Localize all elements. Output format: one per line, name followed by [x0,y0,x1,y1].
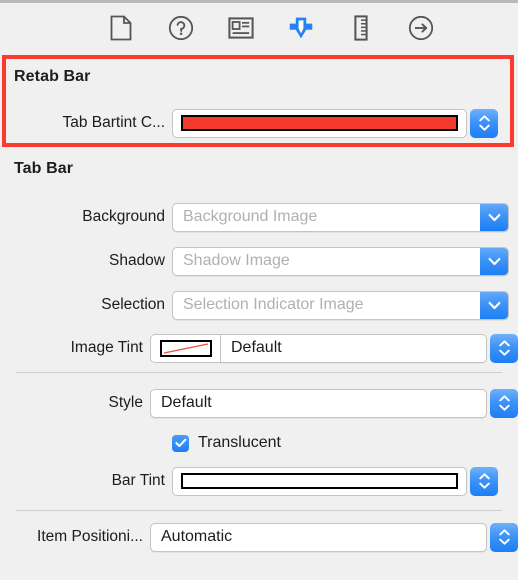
translucent-label: Translucent [198,434,281,451]
inspector-toolbar [0,0,518,52]
quick-help-inspector-icon[interactable] [168,15,194,41]
shadow-image-value: Shadow Image [183,252,290,269]
translucent-checkbox[interactable] [172,434,189,452]
chevron-down-icon[interactable] [480,291,508,319]
row-background: Background Background Image [0,202,518,232]
row-image-tint: Image Tint Default [0,333,518,363]
image-tint-control[interactable]: Default [150,333,518,363]
item-positioning-value: Automatic [161,528,233,545]
image-tint-popup[interactable]: Default [220,333,487,363]
style-popup[interactable]: Default [150,388,487,418]
image-tint-value: Default [231,339,282,356]
label-style: Style [108,394,143,411]
selection-indicator-image-control[interactable]: Selection Indicator Image [172,290,509,320]
tab-bartint-color-well[interactable] [172,108,467,138]
background-image-combo[interactable]: Background Image [172,202,509,232]
row-item-positioning: Item Positioni... Automatic [0,522,518,552]
tab-bartint-color-swatch [181,115,458,131]
label-item-positioning: Item Positioni... [37,528,143,545]
divider [16,510,502,511]
selection-indicator-image-value: Selection Indicator Image [183,296,364,313]
file-inspector-icon[interactable] [108,15,134,41]
connections-inspector-icon[interactable] [408,15,434,41]
row-shadow: Shadow Shadow Image [0,246,518,276]
selection-indicator-image-combo[interactable]: Selection Indicator Image [172,290,509,320]
row-bar-tint: Bar Tint [0,466,518,496]
attributes-inspector-icon[interactable] [288,15,314,41]
section-header-tab-bar: Tab Bar [14,160,74,177]
background-image-value: Background Image [183,208,318,225]
label-tab-bartint-color: Tab Bartint C... [62,114,165,131]
label-bar-tint: Bar Tint [111,472,165,489]
label-image-tint: Image Tint [70,339,143,356]
bar-tint-color-well[interactable] [172,466,467,496]
item-positioning-stepper[interactable] [490,522,518,552]
row-selection: Selection Selection Indicator Image [0,290,518,320]
style-control[interactable]: Default [150,388,518,418]
null-color-swatch [159,339,212,357]
chevron-down-icon[interactable] [480,247,508,275]
label-shadow: Shadow [108,252,165,269]
row-style: Style Default [0,388,518,418]
size-inspector-icon[interactable] [348,14,374,41]
shadow-image-control[interactable]: Shadow Image [172,246,509,276]
section-header-retab-bar: Retab Bar [14,68,91,85]
row-tab-bartint-color: Tab Bartint C... [0,108,518,138]
style-value: Default [161,394,212,411]
item-positioning-control[interactable]: Automatic [150,522,518,552]
background-image-control[interactable]: Background Image [172,202,509,232]
style-stepper[interactable] [490,388,518,418]
translucent-control[interactable]: Translucent [172,429,281,458]
tab-bartint-color-control[interactable] [172,108,498,138]
image-tint-stepper[interactable] [490,333,518,363]
bar-tint-control[interactable] [172,466,498,496]
row-translucent: Translucent [0,428,518,458]
tab-bartint-stepper[interactable] [470,108,498,138]
shadow-image-combo[interactable]: Shadow Image [172,246,509,276]
bar-tint-color-swatch [181,473,458,489]
attributes-inspector-panel: Retab Bar Tab Bartint C... Tab Bar Backg… [0,0,518,580]
label-background: Background [82,208,165,225]
divider [16,372,502,373]
bar-tint-stepper[interactable] [470,466,498,496]
label-selection: Selection [101,296,165,313]
identity-inspector-icon[interactable] [228,15,254,41]
image-tint-color-well[interactable] [150,333,220,363]
chevron-down-icon[interactable] [480,203,508,231]
item-positioning-popup[interactable]: Automatic [150,522,487,552]
